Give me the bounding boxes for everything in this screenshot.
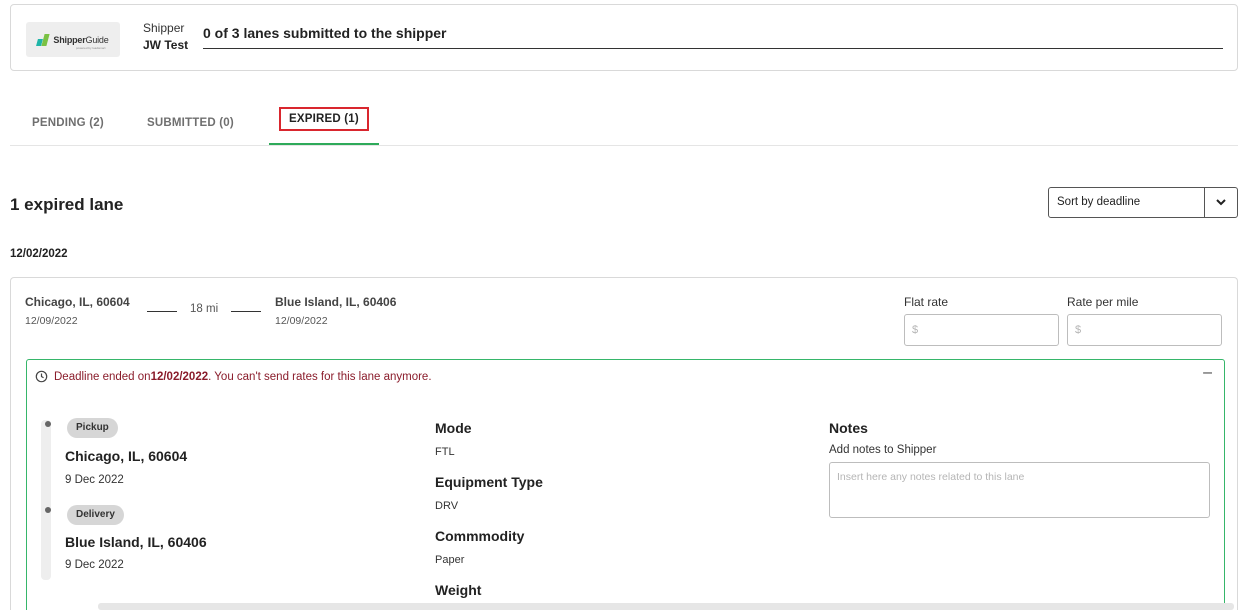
sort-select[interactable]: Sort by deadline	[1048, 187, 1238, 218]
lane-count-heading: 1 expired lane	[10, 195, 124, 214]
weight-label: Weight	[435, 582, 482, 598]
origin-city: Chicago, IL, 60604	[25, 295, 130, 309]
notes-label: Notes	[829, 420, 868, 436]
chevron-down-icon[interactable]	[1205, 188, 1237, 217]
notes-textarea[interactable]: Insert here any notes related to this la…	[829, 462, 1210, 518]
shipperguide-logo: ShipperGuide powered by loadsmart	[26, 22, 120, 57]
delivery-date: 9 Dec 2022	[65, 559, 124, 571]
logo-mark-icon	[36, 33, 51, 46]
lane-distance: 18 mi	[190, 303, 219, 315]
flat-rate-label: Flat rate	[904, 295, 949, 309]
tab-submitted[interactable]: SUBMITTED (0)	[147, 117, 234, 129]
commodity-value: Paper	[435, 554, 465, 566]
mode-value: FTL	[435, 446, 455, 458]
shipper-name: JW Test	[143, 38, 189, 52]
lane-card: Chicago, IL, 60604 12/09/2022 18 mi Blue…	[10, 277, 1238, 610]
tab-expired[interactable]: EXPIRED (1)	[269, 104, 379, 145]
route-line	[147, 311, 177, 312]
deadline-prefix: Deadline ended on	[54, 370, 151, 383]
clock-icon	[35, 370, 48, 383]
pickup-dot	[45, 421, 51, 427]
pickup-date: 9 Dec 2022	[65, 474, 124, 486]
shipper-label: Shipper	[143, 21, 185, 35]
deadline-group-date: 12/02/2022	[10, 248, 68, 260]
delivery-dot	[45, 507, 51, 513]
stops-timeline	[41, 420, 51, 580]
delivery-badge: Delivery	[67, 505, 124, 525]
destination-city: Blue Island, IL, 60406	[275, 295, 397, 309]
pickup-city: Chicago, IL, 60604	[65, 448, 188, 464]
notes-sublabel: Add notes to Shipper	[829, 444, 937, 456]
rate-per-mile-input[interactable]: $	[1067, 314, 1222, 346]
pickup-badge: Pickup	[67, 418, 118, 438]
mode-label: Mode	[435, 420, 472, 436]
lane-details-panel: Deadline ended on 12/02/2022. You can't …	[26, 359, 1225, 610]
horizontal-scrollbar[interactable]	[98, 603, 1234, 610]
equipment-type-value: DRV	[435, 500, 459, 512]
header-card: ShipperGuide powered by loadsmart Shippe…	[10, 4, 1238, 71]
collapse-button[interactable]: –	[1203, 364, 1212, 382]
deadline-suffix: . You can't send rates for this lane any…	[208, 370, 432, 383]
rate-per-mile-label: Rate per mile	[1067, 295, 1139, 309]
submission-progress-bar	[203, 48, 1223, 49]
tab-pending[interactable]: PENDING (2)	[32, 117, 104, 129]
submission-progress-text: 0 of 3 lanes submitted to the shipper	[203, 25, 447, 41]
destination-date: 12/09/2022	[275, 315, 328, 327]
logo-text: ShipperGuide	[53, 34, 109, 45]
equipment-type-label: Equipment Type	[435, 474, 543, 490]
lane-status-tabs: PENDING (2) SUBMITTED (0) EXPIRED (1)	[10, 104, 1238, 146]
deadline-ended-message: Deadline ended on 12/02/2022. You can't …	[35, 370, 432, 383]
deadline-date-bold: 12/02/2022	[150, 370, 209, 383]
commodity-label: Commmodity	[435, 528, 525, 544]
sort-select-value: Sort by deadline	[1049, 188, 1205, 217]
tab-expired-label: EXPIRED (1)	[279, 107, 369, 131]
origin-date: 12/09/2022	[25, 315, 78, 327]
flat-rate-input[interactable]: $	[904, 314, 1059, 346]
logo-subtext: powered by loadsmart	[76, 46, 106, 50]
delivery-city: Blue Island, IL, 60406	[65, 534, 207, 550]
route-line	[231, 311, 261, 312]
